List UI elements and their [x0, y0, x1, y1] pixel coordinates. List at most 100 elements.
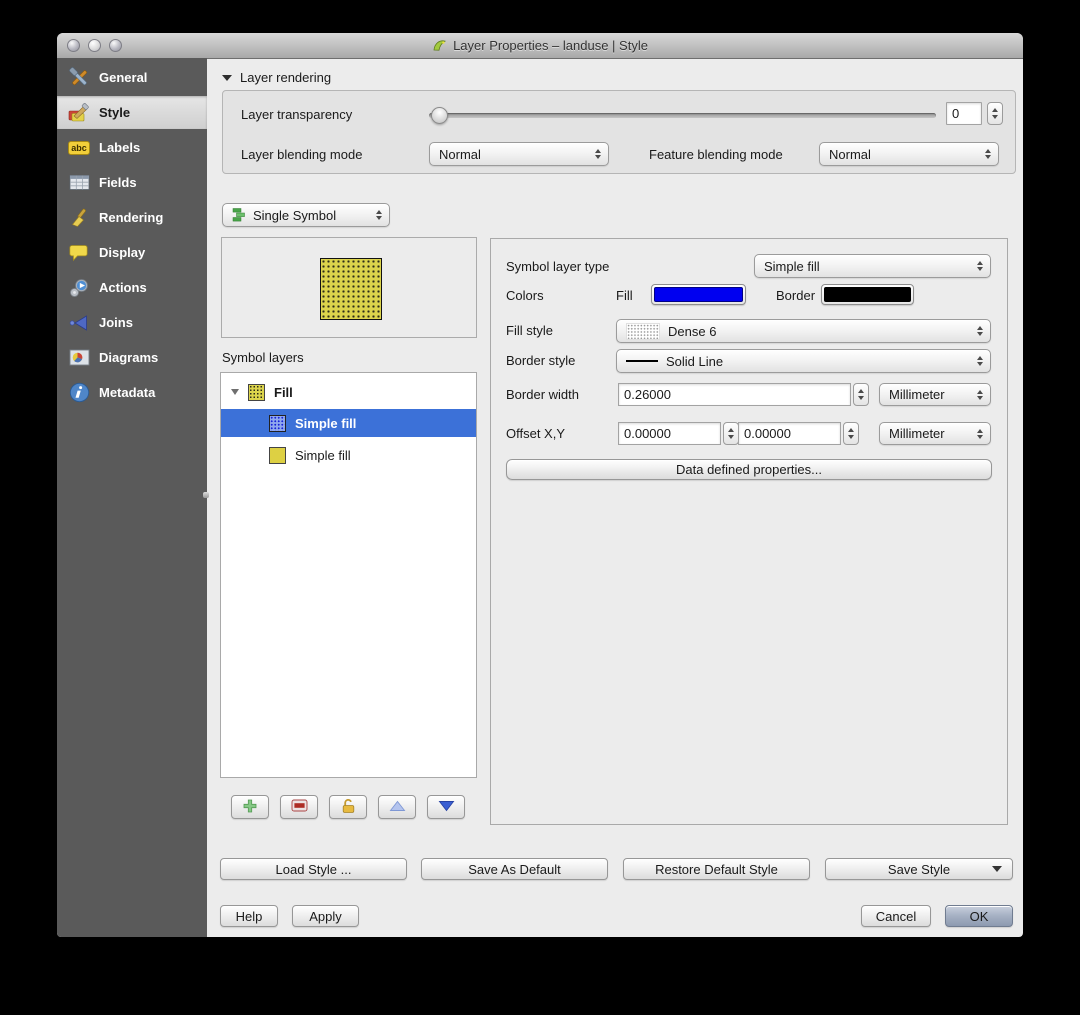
- feature-blending-select[interactable]: Normal: [819, 142, 999, 166]
- close-window-button[interactable]: [67, 39, 80, 52]
- layer-rendering-group: Layer transparency 0 Layer blending mode…: [222, 90, 1016, 174]
- offset-y-stepper[interactable]: [843, 422, 859, 445]
- add-symbol-layer-button[interactable]: [231, 795, 269, 819]
- chevron-updown-icon: [977, 389, 983, 400]
- tree-row-fill[interactable]: Fill: [221, 378, 476, 406]
- sidebar-item-actions[interactable]: Actions: [57, 271, 207, 304]
- arrow-up-icon: [389, 800, 406, 815]
- sidebar-item-labels[interactable]: abc Labels: [57, 131, 207, 164]
- properties-sidebar: General Style abc Labels Fields Renderin…: [57, 58, 207, 937]
- restore-default-style-button[interactable]: Restore Default Style: [623, 858, 810, 880]
- solid-line-preview: [626, 359, 658, 363]
- symbol-layer-type-label: Symbol layer type: [506, 259, 610, 274]
- minimize-window-button[interactable]: [88, 39, 101, 52]
- feature-blending-label: Feature blending mode: [649, 147, 783, 162]
- slider-handle[interactable]: [431, 107, 448, 124]
- sidebar-item-display[interactable]: Display: [57, 236, 207, 269]
- lock-icon: [341, 798, 356, 817]
- border-width-label: Border width: [506, 387, 579, 402]
- layer-rendering-header[interactable]: Layer rendering: [222, 70, 331, 85]
- diagrams-icon: [68, 347, 90, 369]
- border-color-label: Border: [776, 288, 816, 303]
- symbol-preview-swatch: [320, 258, 382, 320]
- border-width-unit-select[interactable]: Millimeter: [879, 383, 991, 406]
- layer-transparency-slider[interactable]: [429, 107, 936, 124]
- layer-blending-select[interactable]: Normal: [429, 142, 609, 166]
- fill-style-select[interactable]: Dense 6: [616, 319, 991, 343]
- offset-x-stepper[interactable]: [723, 422, 739, 445]
- rendering-icon: [68, 207, 90, 229]
- lock-color-button[interactable]: [329, 795, 367, 819]
- fill-color-chip: [654, 287, 743, 302]
- offset-x-field[interactable]: 0.00000: [618, 422, 721, 445]
- sidebar-item-style[interactable]: Style: [57, 96, 207, 129]
- sidebar-item-diagrams[interactable]: Diagrams: [57, 341, 207, 374]
- layer-transparency-label: Layer transparency: [241, 107, 353, 122]
- help-button[interactable]: Help: [220, 905, 278, 927]
- symbol-layer-type-select[interactable]: Simple fill: [754, 254, 991, 278]
- colors-label: Colors: [506, 288, 544, 303]
- title-bar[interactable]: Layer Properties – landuse | Style: [57, 33, 1023, 59]
- chevron-updown-icon: [595, 149, 601, 159]
- dense-pattern-preview: [626, 322, 660, 340]
- ok-button[interactable]: OK: [945, 905, 1013, 927]
- layer-rendering-title: Layer rendering: [240, 70, 332, 85]
- chevron-updown-icon: [977, 261, 983, 271]
- sidebar-item-joins[interactable]: Joins: [57, 306, 207, 339]
- cancel-button[interactable]: Cancel: [861, 905, 931, 927]
- joins-icon: [68, 312, 90, 334]
- renderer-select[interactable]: Single Symbol: [222, 203, 390, 227]
- sidebar-item-label: Style: [99, 105, 131, 120]
- symbol-preview-panel: [221, 237, 477, 338]
- window-controls: [67, 39, 122, 52]
- sidebar-item-general[interactable]: General: [57, 61, 207, 94]
- fields-icon: [68, 172, 90, 194]
- layer-properties-dialog: Layer Properties – landuse | Style Gener…: [57, 33, 1023, 937]
- zoom-window-button[interactable]: [109, 39, 122, 52]
- sidebar-item-label: General: [99, 70, 148, 85]
- sidebar-item-metadata[interactable]: Metadata: [57, 376, 207, 409]
- qgis-app-icon: [432, 38, 447, 53]
- offset-y-field[interactable]: 0.00000: [738, 422, 841, 445]
- border-color-chip: [824, 287, 911, 302]
- tree-item-label: Simple fill: [295, 415, 357, 431]
- remove-symbol-layer-button[interactable]: [280, 795, 318, 819]
- style-icon: [68, 102, 90, 124]
- move-layer-down-button[interactable]: [427, 795, 465, 819]
- tree-row-simple-fill[interactable]: Simple fill: [221, 441, 476, 469]
- tree-row-simple-fill-selected[interactable]: Simple fill: [221, 409, 476, 437]
- apply-button[interactable]: Apply: [292, 905, 359, 927]
- border-color-button[interactable]: [821, 284, 914, 305]
- border-width-stepper[interactable]: [853, 383, 869, 406]
- simple-fill-yellow-swatch: [269, 446, 286, 464]
- collapse-triangle-icon: [222, 74, 232, 81]
- save-style-menu-button[interactable]: Save Style: [825, 858, 1013, 880]
- sidebar-item-fields[interactable]: Fields: [57, 166, 207, 199]
- splitter-handle[interactable]: [203, 490, 211, 500]
- actions-icon: [68, 277, 90, 299]
- simple-fill-blue-swatch: [269, 414, 286, 432]
- fill-style-label: Fill style: [506, 323, 553, 338]
- data-defined-properties-button[interactable]: Data defined properties...: [506, 459, 992, 480]
- transparency-stepper[interactable]: [987, 102, 1003, 125]
- border-width-field[interactable]: 0.26000: [618, 383, 851, 406]
- load-style-button[interactable]: Load Style ...: [220, 858, 407, 880]
- sidebar-item-label: Diagrams: [99, 350, 159, 365]
- symbol-layers-tree: Fill Simple fill Simple fill: [220, 372, 477, 778]
- minus-icon: [291, 799, 308, 815]
- fill-color-button[interactable]: [651, 284, 746, 305]
- window-title: Layer Properties – landuse | Style: [453, 38, 648, 53]
- fill-symbol-swatch: [248, 383, 265, 401]
- border-style-label: Border style: [506, 353, 576, 368]
- transparency-value-field[interactable]: 0: [946, 102, 982, 125]
- offset-unit-select[interactable]: Millimeter: [879, 422, 991, 445]
- chevron-updown-icon: [977, 356, 983, 366]
- border-style-select[interactable]: Solid Line: [616, 349, 991, 373]
- sidebar-item-label: Labels: [99, 140, 141, 155]
- move-layer-up-button[interactable]: [378, 795, 416, 819]
- sidebar-item-rendering[interactable]: Rendering: [57, 201, 207, 234]
- save-as-default-button[interactable]: Save As Default: [421, 858, 608, 880]
- sidebar-item-label: Metadata: [99, 385, 156, 400]
- chevron-updown-icon: [376, 210, 382, 220]
- expand-triangle-icon[interactable]: [231, 389, 239, 395]
